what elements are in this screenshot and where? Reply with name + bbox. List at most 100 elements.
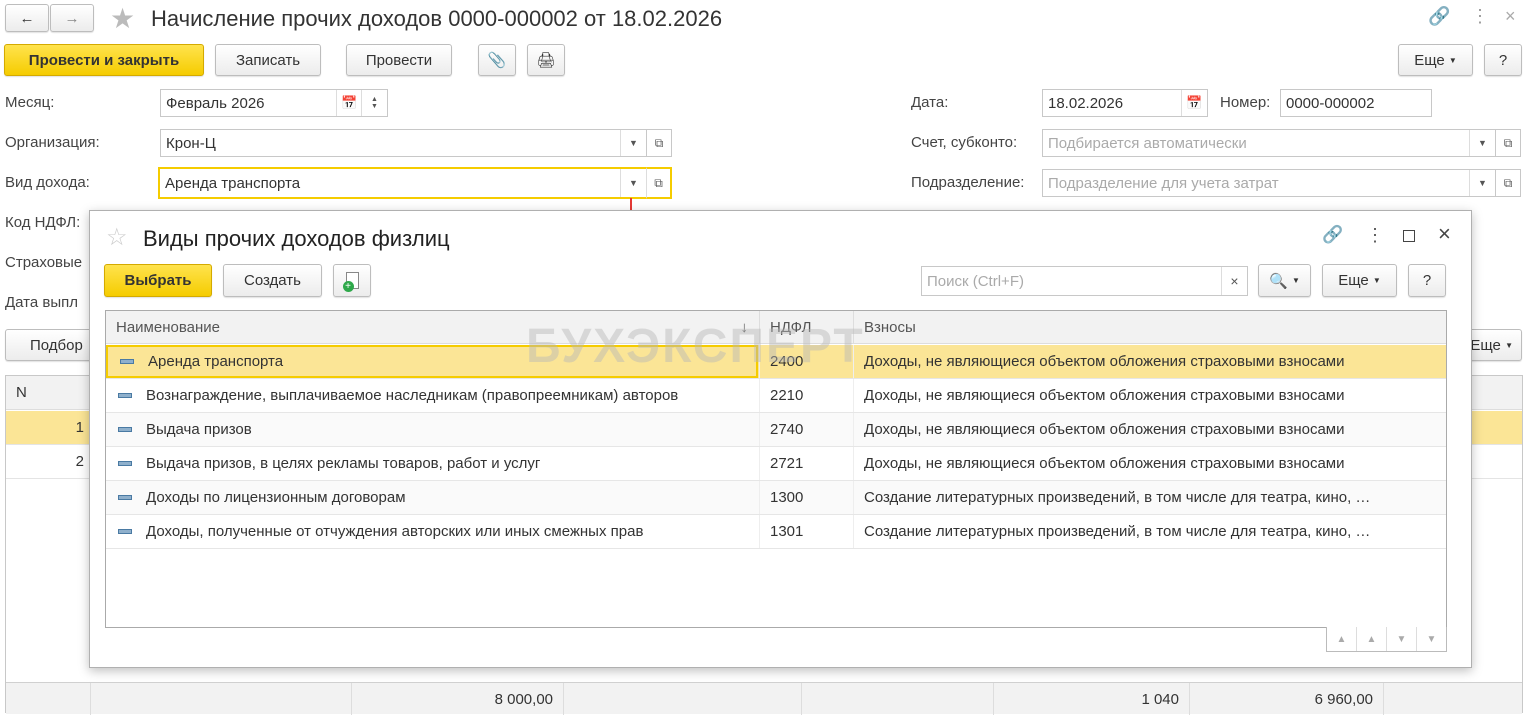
open-department-button[interactable]: ⧉ [1495,169,1521,197]
window-title: Начисление прочих доходов 0000-000002 от… [151,6,723,31]
table-row[interactable]: Доходы по лицензионным договорам 1300 Со… [106,481,1446,515]
row-name-cell: Доходы по лицензионным договорам [106,481,758,514]
column-header-contributions[interactable]: Взносы [853,311,1446,344]
column-header-name[interactable]: Наименование ↓ [116,311,756,344]
account-label: Счет, субконто: [911,134,1018,151]
more-vert-icon[interactable]: ⋮ [1471,6,1489,27]
scroll-buttons: ▲ ▲ ▼ ▼ [1326,627,1447,652]
forward-button[interactable]: → [50,4,94,32]
create-button[interactable]: Создать [223,264,322,297]
table-header: Наименование ↓ НДФЛ Взносы [106,311,1446,344]
search-button[interactable]: 🔍 ▼ [1258,264,1311,297]
department-label: Подразделение: [911,174,1025,191]
row-ndfl-cell: 2721 [759,447,853,480]
row-name-cell: Выдача призов, в целях рекламы товаров, … [106,447,758,480]
row-name-cell: Аренда транспорта [106,345,758,378]
table-row[interactable]: Аренда транспорта 2400 Доходы, не являющ… [106,345,1446,379]
post-button[interactable]: Провести [346,44,452,76]
chevron-down-icon[interactable]: ▼ [1469,130,1495,156]
row-contributions-cell: Создание литературных произведений, в то… [853,515,1443,548]
chevron-down-icon: ▼ [1372,276,1381,285]
date-field[interactable]: 18.02.2026 📅 [1042,89,1208,117]
chevron-down-icon[interactable]: ▼ [620,130,646,156]
table-row[interactable]: Вознаграждение, выплачиваемое наследника… [106,379,1446,413]
row-contributions-cell: Доходы, не являющиеся объектом обложения… [853,447,1443,480]
chevron-down-icon: ▼ [1505,340,1513,350]
close-icon[interactable]: × [1438,221,1451,247]
organization-label: Организация: [5,134,100,151]
link-icon[interactable]: 🔗 [1322,225,1343,245]
new-document-icon: + [342,272,359,292]
scroll-first-icon[interactable]: ▲ [1327,627,1357,651]
scroll-down-icon[interactable]: ▼ [1387,627,1417,651]
income-type-field[interactable]: Аренда транспорта ▼ [158,167,648,199]
row-ndfl-cell: 2210 [759,379,853,412]
printer-icon: 🖨 [536,52,556,69]
row-name-cell: Доходы, полученные от отчуждения авторск… [106,515,758,548]
row-contributions-cell: Доходы, не являющиеся объектом обложения… [853,379,1443,412]
maximize-icon[interactable] [1403,230,1415,242]
chevron-down-icon[interactable]: ▼ [1469,170,1495,196]
chevron-down-icon: ▼ [1448,55,1457,65]
selection-dialog: ☆ Виды прочих доходов физлиц 🔗 ⋮ × Выбра… [89,210,1472,668]
item-icon [118,461,132,466]
back-button[interactable]: ← [5,4,49,32]
department-field[interactable]: Подразделение для учета затрат ▼ [1042,169,1496,197]
help-button[interactable]: ? [1484,44,1522,76]
row-contributions-cell: Доходы, не являющиеся объектом обложения… [853,345,1443,378]
sort-arrow-icon: ↓ [740,319,749,336]
number-label: Номер: [1220,94,1271,111]
close-icon[interactable]: × [1505,6,1516,27]
scroll-up-icon[interactable]: ▲ [1357,627,1387,651]
create-copy-button[interactable]: + [333,264,371,297]
row-ndfl-cell: 1300 [759,481,853,514]
calendar-icon[interactable]: 📅 [1181,90,1207,116]
print-button[interactable]: 🖨 [527,44,565,76]
scroll-last-icon[interactable]: ▼ [1417,627,1446,651]
income-type-label: Вид дохода: [5,174,90,191]
total-amount: 8 000,00 [494,690,553,708]
row-contributions-cell: Создание литературных произведений, в то… [853,481,1443,514]
payment-date-label: Дата выпл [5,294,79,311]
more-vert-icon[interactable]: ⋮ [1366,225,1384,246]
item-icon [118,427,132,432]
more-button[interactable]: Еще ▼ [1398,44,1473,76]
month-field[interactable]: Февраль 2026 📅 ▲ ▼ [160,89,388,117]
open-organization-button[interactable]: ⧉ [646,129,672,157]
chevron-down-icon[interactable]: ▼ [620,169,646,197]
search-icon: 🔍 [1269,272,1288,290]
item-icon [118,529,132,534]
table-row[interactable]: Доходы, полученные от отчуждения авторск… [106,515,1446,549]
dialog-help-button[interactable]: ? [1408,264,1446,297]
number-field[interactable]: 0000-000002 [1280,89,1432,117]
clear-search-icon[interactable]: × [1221,267,1247,295]
total-ndfl: 1 040 [1141,690,1179,708]
row-ndfl-cell: 2400 [759,345,853,378]
column-header-ndfl[interactable]: НДФЛ [759,311,853,344]
select-button[interactable]: Выбрать [104,264,212,297]
open-income-type-button[interactable]: ⧉ [646,167,672,199]
row-ndfl-cell: 2740 [759,413,853,446]
table-row[interactable]: Выдача призов, в целях рекламы товаров, … [106,447,1446,481]
attach-button[interactable]: 📎 [478,44,516,76]
totals-row: 8 000,00 1 040 6 960,00 [6,682,1522,715]
month-stepper[interactable]: ▲ ▼ [361,90,387,116]
row-name-cell: Выдача призов [106,413,758,446]
item-icon [118,495,132,500]
link-icon[interactable]: 🔗 [1428,6,1450,27]
calendar-icon[interactable]: 📅 [336,90,362,116]
dialog-more-button[interactable]: Еще ▼ [1322,264,1397,297]
favorite-star-icon[interactable]: ☆ [106,223,128,252]
month-label: Месяц: [5,94,55,111]
search-input[interactable]: Поиск (Ctrl+F) × [921,266,1248,296]
table-row[interactable]: Выдача призов 2740 Доходы, не являющиеся… [106,413,1446,447]
organization-field[interactable]: Крон-Ц ▼ [160,129,647,157]
account-field[interactable]: Подбирается автоматически ▼ [1042,129,1496,157]
dialog-title: Виды прочих доходов физлиц [143,226,450,251]
row-name-cell: Вознаграждение, выплачиваемое наследника… [106,379,758,412]
save-button[interactable]: Записать [215,44,321,76]
post-and-close-button[interactable]: Провести и закрыть [4,44,204,76]
date-label: Дата: [911,94,949,111]
favorite-star-icon[interactable]: ★ [110,2,135,35]
open-account-button[interactable]: ⧉ [1495,129,1521,157]
